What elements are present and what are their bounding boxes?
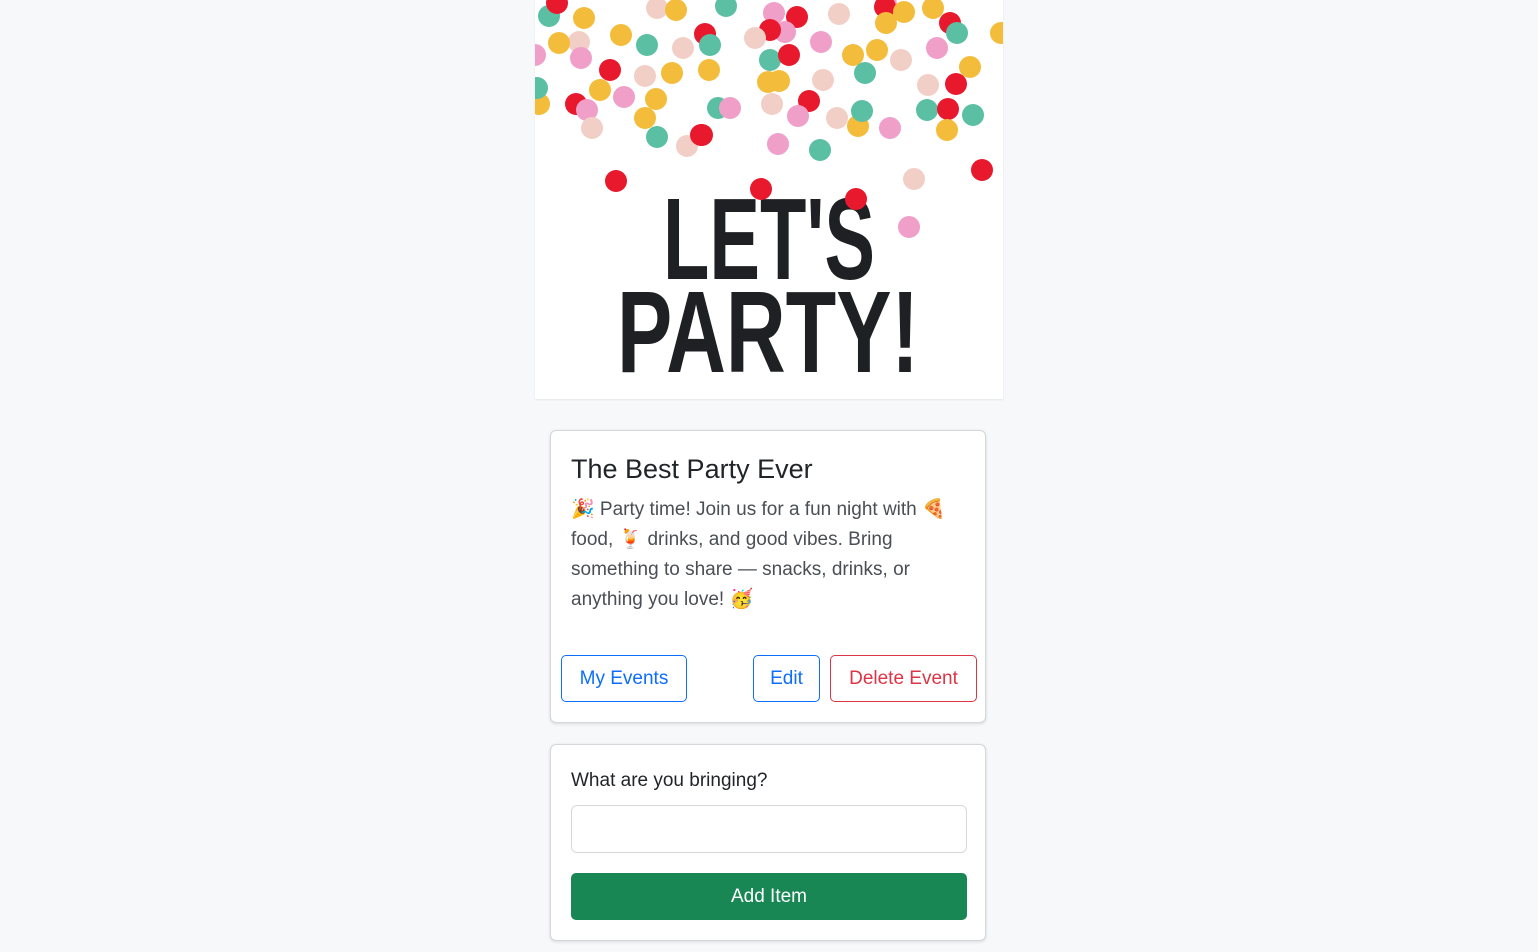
confetti-dot (699, 34, 721, 56)
confetti-dot (690, 124, 712, 146)
confetti-dot (750, 178, 772, 200)
confetti-dot (573, 7, 595, 29)
confetti-dot (646, 126, 668, 148)
confetti-dot (946, 22, 968, 44)
confetti-dot (646, 0, 668, 19)
confetti-dot (971, 159, 993, 181)
my-events-button[interactable]: My Events (561, 655, 687, 702)
confetti-dot (845, 188, 867, 210)
banner-line-2: PARTY! (617, 267, 919, 397)
confetti-dot (893, 1, 915, 23)
confetti-dot (665, 0, 687, 21)
confetti-dot (854, 62, 876, 84)
confetti-dot (744, 27, 766, 49)
confetti-dot (581, 117, 603, 139)
event-card: The Best Party Ever 🎉 Party time! Join u… (550, 430, 986, 723)
confetti-dot (698, 59, 720, 81)
confetti-dot (826, 107, 848, 129)
confetti-dot (945, 73, 967, 95)
confetti-dot (570, 47, 592, 69)
confetti-dot (661, 62, 683, 84)
confetti-dot (535, 44, 546, 66)
confetti-dot (926, 37, 948, 59)
confetti-dot (922, 0, 944, 19)
confetti-dot (636, 34, 658, 56)
confetti-dot (589, 79, 611, 101)
confetti-dot (937, 98, 959, 120)
confetti-dot (962, 104, 984, 126)
confetti-dot (812, 69, 834, 91)
confetti-dot (787, 105, 809, 127)
confetti-dot (715, 0, 737, 17)
banner-art: LET'S PARTY! (535, 0, 1003, 397)
confetti-dot (898, 216, 920, 238)
delete-event-button[interactable]: Delete Event (830, 655, 977, 702)
confetti-dot (959, 56, 981, 78)
confetti-dot (605, 170, 627, 192)
confetti-dot (548, 32, 570, 54)
confetti-dot (809, 139, 831, 161)
confetti-dot (672, 37, 694, 59)
confetti-dot (990, 22, 1003, 44)
event-title: The Best Party Ever (571, 454, 813, 484)
confetti-dot (890, 49, 912, 71)
confetti-dot (613, 86, 635, 108)
bring-item-input[interactable] (571, 805, 967, 853)
confetti-dot (917, 74, 939, 96)
confetti-dot (599, 59, 621, 81)
confetti-dot (851, 100, 873, 122)
party-banner: LET'S PARTY! (535, 0, 1003, 399)
confetti-dot (634, 65, 656, 87)
confetti-dot (842, 44, 864, 66)
add-item-button[interactable]: Add Item (571, 873, 967, 920)
confetti-dot (903, 168, 925, 190)
confetti-dot (866, 39, 888, 61)
confetti-dot (810, 31, 832, 53)
confetti-dot (719, 97, 741, 119)
confetti-dot (767, 133, 789, 155)
confetti-dot (759, 49, 781, 71)
confetti-dot (610, 24, 632, 46)
confetti-dot (645, 88, 667, 110)
confetti-dot (778, 44, 800, 66)
confetti-dot (916, 99, 938, 121)
edit-button[interactable]: Edit (753, 655, 820, 702)
confetti-dot (828, 3, 850, 25)
confetti-dot (879, 117, 901, 139)
confetti-dot (761, 93, 783, 115)
event-description: 🎉 Party time! Join us for a fun night wi… (571, 499, 946, 610)
confetti-dot (768, 70, 790, 92)
bring-item-form: What are you bringing? Add Item (550, 744, 986, 941)
bring-item-label: What are you bringing? (571, 770, 768, 791)
confetti-dot (936, 119, 958, 141)
confetti-dot (634, 107, 656, 129)
